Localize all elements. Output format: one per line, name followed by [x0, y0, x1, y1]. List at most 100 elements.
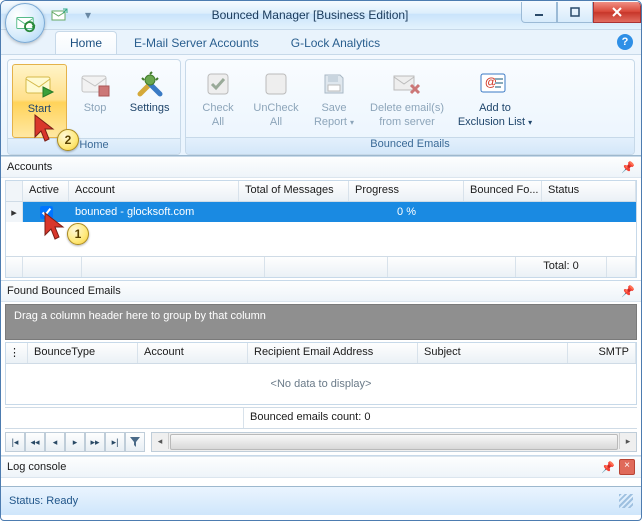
envelope-play-icon	[23, 69, 55, 101]
stop-button[interactable]: Stop	[69, 64, 122, 136]
window-buttons	[521, 1, 641, 29]
uncheck-icon	[260, 68, 292, 100]
col-smtp[interactable]: SMTP	[568, 343, 636, 363]
resize-grip-icon[interactable]	[619, 494, 633, 508]
maximize-button[interactable]	[557, 2, 593, 23]
save-report-button[interactable]: Save Report ▾	[306, 64, 362, 136]
callout-2: 2	[57, 129, 79, 151]
uncheck-all-button[interactable]: UnCheck All	[248, 64, 304, 136]
log-title: Log console	[7, 461, 66, 473]
start-button[interactable]: Start	[12, 64, 67, 138]
start-label: Start	[28, 103, 51, 115]
check-icon	[202, 68, 234, 100]
check-all-button[interactable]: Check All	[190, 64, 246, 136]
account-name: bounced - glocksoft.com	[69, 206, 239, 218]
col-bouncetype[interactable]: BounceType	[28, 343, 138, 363]
add-exclusion-button[interactable]: @ Add to Exclusion List ▾	[452, 64, 538, 136]
col-active[interactable]: Active	[23, 181, 69, 201]
ribbon-group-home: Start Stop Settings Home	[7, 59, 181, 155]
scroll-left-icon[interactable]: ◂	[152, 433, 169, 449]
stop-label: Stop	[84, 102, 107, 114]
nav-last-button[interactable]: ▸|	[105, 432, 125, 452]
tab-email-accounts[interactable]: E-Mail Server Accounts	[119, 31, 274, 54]
funnel-icon	[129, 436, 141, 448]
chevron-down-icon: ▾	[528, 118, 532, 127]
nav-prevpage-button[interactable]: ◂◂	[25, 432, 45, 452]
found-panel: Found Bounced Emails 📌 Drag a column hea…	[1, 280, 641, 455]
log-panel: Log console 📌 ×	[1, 455, 641, 486]
no-data-label: <No data to display>	[6, 364, 636, 404]
scroll-right-icon[interactable]: ▸	[619, 433, 636, 449]
chevron-down-icon: ▾	[350, 118, 354, 127]
nav-prev-button[interactable]: ◂	[45, 432, 65, 452]
scroll-thumb[interactable]	[170, 434, 618, 450]
close-icon	[611, 6, 623, 18]
delete-mail-icon	[391, 68, 423, 100]
col-account[interactable]: Account	[69, 181, 239, 201]
col-status[interactable]: Status	[542, 181, 636, 201]
delete-emails-button[interactable]: Delete email(s) from server	[364, 64, 450, 136]
group-caption-bounced: Bounced Emails	[186, 137, 634, 154]
group-caption-home: Home	[8, 138, 180, 154]
row-indicator-icon: ▸	[6, 202, 23, 222]
floppy-icon	[318, 68, 350, 100]
accounts-title: Accounts	[7, 161, 52, 173]
account-active-checkbox[interactable]	[40, 206, 53, 219]
col-bounced[interactable]: Bounced Fo...	[464, 181, 542, 201]
maximize-icon	[570, 7, 580, 17]
settings-button[interactable]: Settings	[123, 64, 176, 136]
found-header: ⋮ BounceType Account Recipient Email Add…	[6, 343, 636, 364]
status-text: Status: Ready	[9, 495, 78, 507]
envelope-stop-icon	[79, 68, 111, 100]
help-button[interactable]: ?	[617, 34, 633, 50]
col-total[interactable]: Total of Messages	[239, 181, 349, 201]
found-count-bar: Bounced emails count: 0	[5, 407, 637, 429]
accounts-grid: Active Account Total of Messages Progres…	[5, 180, 637, 278]
row-indicator-header	[6, 181, 23, 201]
envelope-arrow-icon	[51, 6, 69, 24]
minimize-button[interactable]	[521, 2, 557, 23]
found-grid: ⋮ BounceType Account Recipient Email Add…	[5, 342, 637, 405]
tools-icon	[134, 68, 166, 100]
app-window: ▾ Bounced Manager [Business Edition] Hom…	[0, 0, 642, 521]
group-by-bar[interactable]: Drag a column header here to group by th…	[5, 304, 637, 340]
record-navigator: |◂ ◂◂ ◂ ▸ ▸▸ ▸| ◂ ▸	[5, 431, 637, 453]
nav-first-button[interactable]: |◂	[5, 432, 25, 452]
envelope-refresh-icon	[14, 12, 36, 34]
col-subject[interactable]: Subject	[418, 343, 568, 363]
pin-icon[interactable]: 📌	[621, 160, 635, 174]
svg-text:@: @	[485, 75, 497, 89]
account-progress: 0 %	[349, 206, 464, 218]
window-title: Bounced Manager [Business Edition]	[99, 8, 521, 22]
col-recipient[interactable]: Recipient Email Address	[248, 343, 418, 363]
titlebar: ▾ Bounced Manager [Business Edition]	[1, 1, 641, 30]
pin-icon[interactable]: 📌	[601, 460, 615, 474]
accounts-panel: Accounts 📌 Active Account Total of Messa…	[1, 156, 641, 280]
found-title: Found Bounced Emails	[7, 285, 121, 297]
quick-access-toolbar: ▾	[49, 1, 99, 29]
col-progress[interactable]: Progress	[349, 181, 464, 201]
app-menu-button[interactable]	[5, 3, 45, 43]
accounts-footer: Total: 0	[6, 256, 636, 277]
qat-new-button[interactable]	[49, 4, 71, 26]
col-selector[interactable]: ⋮	[6, 343, 28, 363]
tab-glock-analytics[interactable]: G-Lock Analytics	[276, 31, 395, 54]
horizontal-scrollbar[interactable]: ◂ ▸	[151, 432, 637, 452]
account-row[interactable]: ▸ bounced - glocksoft.com 0 %	[6, 202, 636, 222]
minimize-icon	[534, 7, 544, 17]
settings-label: Settings	[130, 102, 170, 114]
status-bar: Status: Ready	[1, 486, 641, 515]
qat-dropdown-button[interactable]: ▾	[77, 4, 99, 26]
accounts-total-label: Total: 0	[516, 257, 607, 277]
nav-nextpage-button[interactable]: ▸▸	[85, 432, 105, 452]
close-button[interactable]	[593, 2, 641, 23]
ribbon: Start Stop Settings Home	[1, 55, 641, 156]
col-found-account[interactable]: Account	[138, 343, 248, 363]
nav-filter-button[interactable]	[125, 432, 145, 452]
tab-home[interactable]: Home	[55, 31, 117, 54]
panel-close-button[interactable]: ×	[619, 459, 635, 475]
accounts-header: Active Account Total of Messages Progres…	[6, 181, 636, 202]
nav-next-button[interactable]: ▸	[65, 432, 85, 452]
pin-icon[interactable]: 📌	[621, 284, 635, 298]
callout-1: 1	[67, 223, 89, 245]
